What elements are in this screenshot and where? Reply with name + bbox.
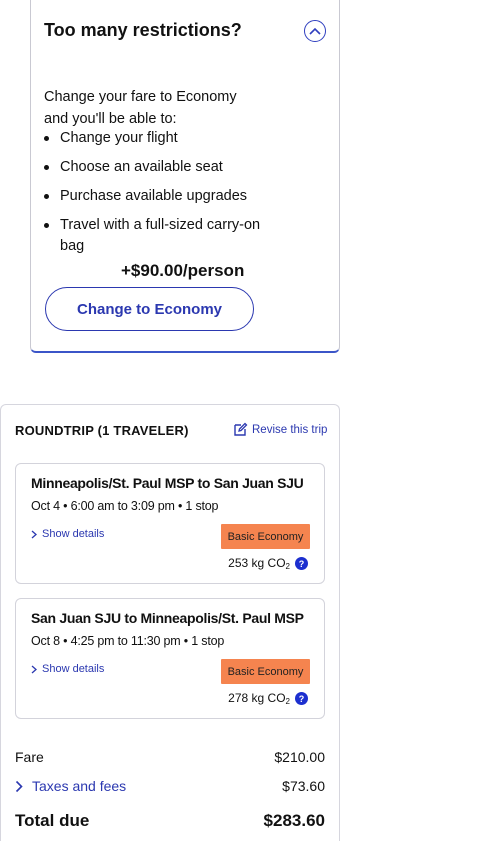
flight-route: San Juan SJU to Minneapolis/St. Paul MSP — [31, 610, 304, 626]
upsell-title: Too many restrictions? — [44, 20, 242, 40]
fare-row: Fare $210.00 — [15, 749, 325, 765]
benefit-item: Choose an available seat — [44, 157, 264, 178]
benefits-list: Change your flight Choose an available s… — [44, 128, 264, 265]
flight-route: Minneapolis/St. Paul MSP to San Juan SJU — [31, 475, 304, 491]
emissions-value: 278 kg CO — [228, 691, 286, 705]
revise-trip-label: Revise this trip — [252, 423, 328, 436]
taxes-toggle[interactable]: Taxes and fees — [15, 778, 126, 794]
show-details-label: Show details — [42, 663, 105, 675]
fare-class-badge: Basic Economy — [221, 659, 310, 684]
taxes-row: Taxes and fees $73.60 — [15, 778, 325, 794]
chevron-right-icon — [15, 780, 23, 792]
total-row: Total due $283.60 — [15, 811, 325, 831]
show-details-link[interactable]: Show details — [31, 528, 104, 540]
emissions-subscript: 2 — [285, 562, 290, 571]
emissions-subscript: 2 — [285, 697, 290, 706]
flight-card-outbound: Minneapolis/St. Paul MSP to San Juan SJU… — [15, 463, 325, 584]
upgrade-price: +$90.00/person — [121, 261, 245, 280]
chevron-right-icon — [31, 530, 37, 538]
show-details-link[interactable]: Show details — [31, 663, 104, 675]
co2-emissions: 278 kg CO2 ? — [228, 691, 308, 706]
fare-upsell-card: Too many restrictions? Change your fare … — [30, 0, 340, 353]
total-label: Total due — [15, 811, 90, 830]
taxes-value: $73.60 — [282, 778, 325, 794]
emissions-value: 253 kg CO — [228, 556, 286, 570]
help-icon[interactable]: ? — [295, 692, 308, 705]
benefit-item: Travel with a full-sized carry-on bag — [44, 215, 264, 257]
chevron-up-icon — [309, 27, 321, 35]
flight-card-return: San Juan SJU to Minneapolis/St. Paul MSP… — [15, 598, 325, 719]
benefit-item: Change your flight — [44, 128, 264, 149]
collapse-button[interactable] — [304, 20, 326, 42]
fare-class-badge: Basic Economy — [221, 524, 310, 549]
total-value: $283.60 — [263, 811, 325, 830]
upsell-intro: Change your fare to Economy and you'll b… — [44, 89, 237, 127]
revise-trip-link[interactable]: Revise this trip — [233, 422, 327, 437]
benefit-item: Purchase available upgrades — [44, 186, 264, 207]
help-icon[interactable]: ? — [295, 557, 308, 570]
chevron-right-icon — [31, 665, 37, 673]
change-to-economy-button[interactable]: Change to Economy — [45, 287, 254, 331]
co2-emissions: 253 kg CO2 ? — [228, 556, 308, 571]
show-details-label: Show details — [42, 528, 105, 540]
trip-summary-heading: ROUNDTRIP (1 TRAVELER) — [15, 423, 189, 438]
trip-summary-panel: ROUNDTRIP (1 TRAVELER) Revise this trip … — [0, 404, 340, 841]
flight-times: Oct 8 • 4:25 pm to 11:30 pm • 1 stop — [31, 634, 225, 648]
flight-times: Oct 4 • 6:00 am to 3:09 pm • 1 stop — [31, 499, 219, 513]
edit-icon — [234, 422, 248, 436]
fare-value: $210.00 — [274, 749, 325, 765]
fare-label: Fare — [15, 749, 44, 765]
taxes-label: Taxes and fees — [32, 778, 127, 794]
